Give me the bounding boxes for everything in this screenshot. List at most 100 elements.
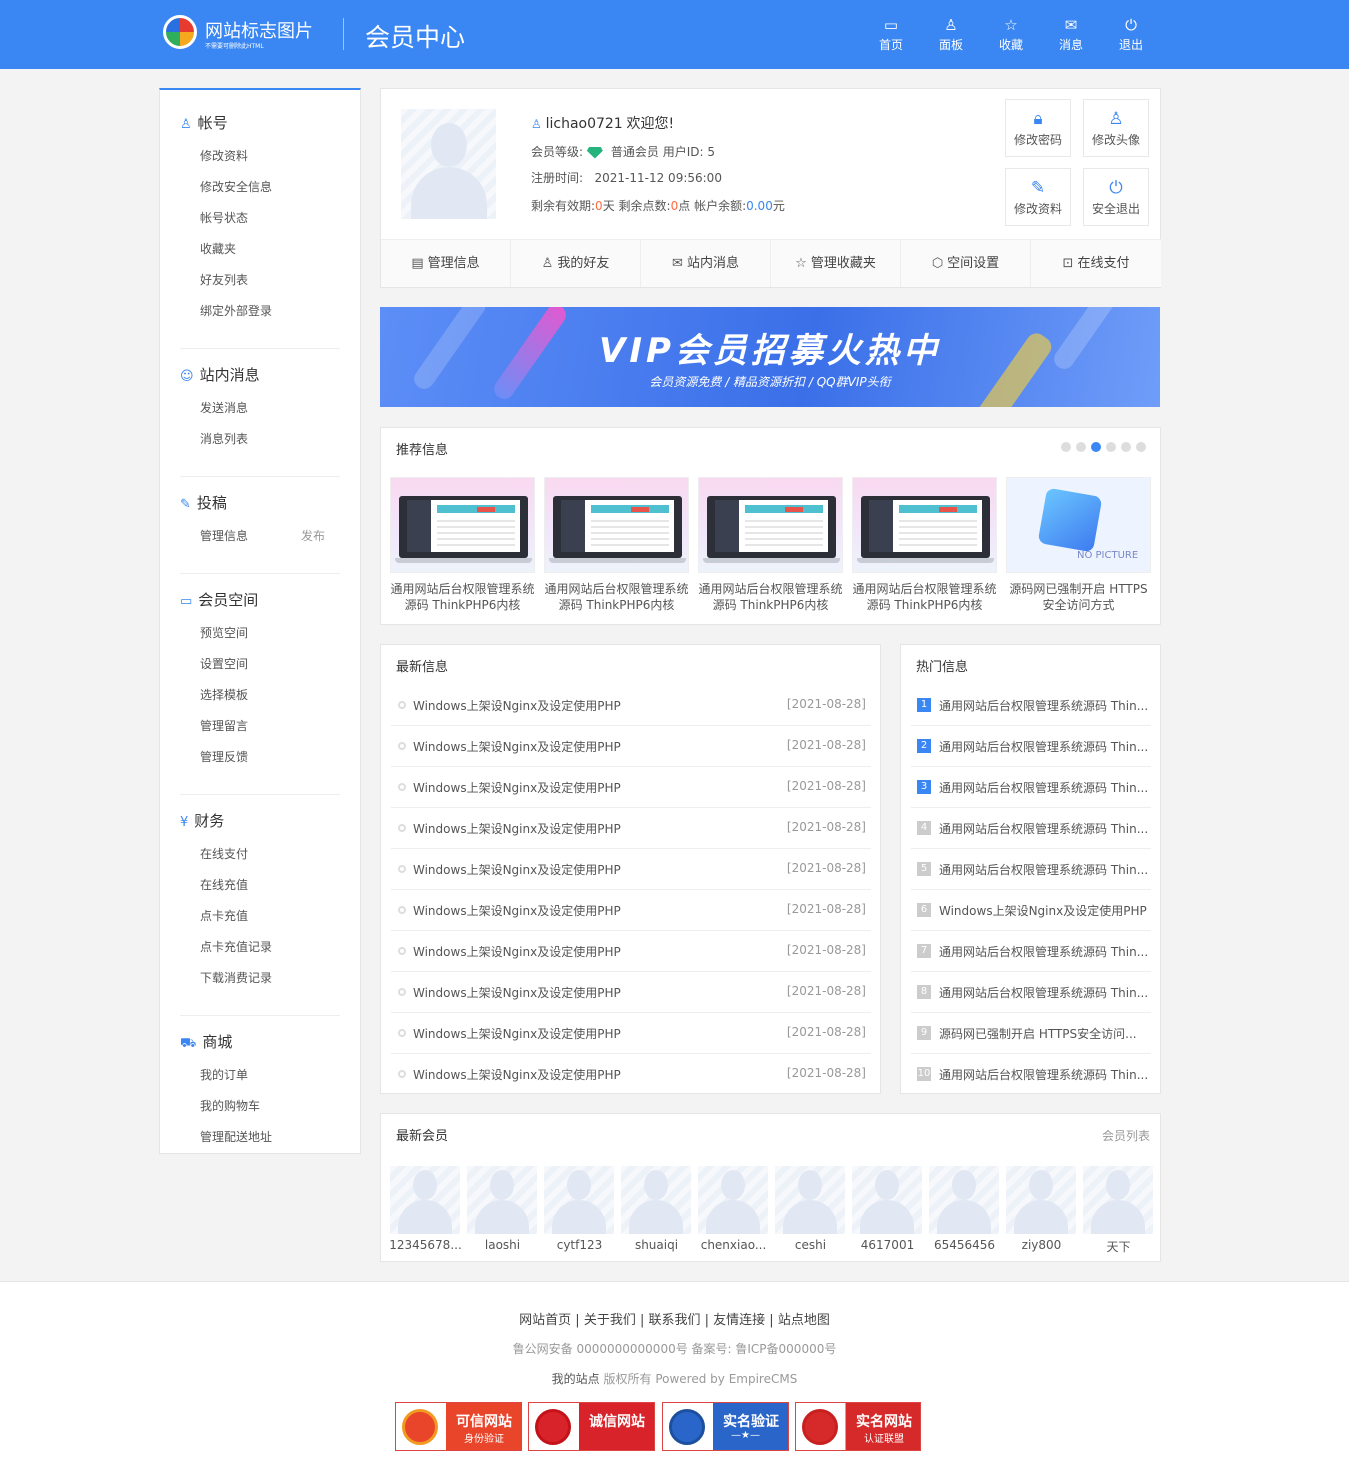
list-item[interactable]: Windows上架设Nginx及设定使用PHP [2021-08-28] [391,1013,871,1054]
member-list-link[interactable]: 会员列表 [1102,1127,1150,1144]
carousel-dot[interactable] [1061,442,1071,452]
list-item-title[interactable]: Windows上架设Nginx及设定使用PHP [413,779,621,796]
hot-item-title[interactable]: 通用网站后台权限管理系统源码 Thin... [939,943,1149,960]
nav-monitor[interactable]: ▭ 首页 [871,16,911,56]
nav-mail[interactable]: ✉ 消息 [1051,16,1091,56]
recommend-item[interactable]: 通用网站后台权限管理系统 源码 ThinkPHP6内核 [390,477,535,617]
hot-item[interactable]: 2 通用网站后台权限管理系统源码 Thin... [911,726,1151,767]
member-item[interactable]: 65456456 [926,1154,1003,1262]
footer-link[interactable]: 联系我们 [648,1313,700,1328]
sidebar-item[interactable]: 管理信息 [200,527,248,544]
list-item[interactable]: Windows上架设Nginx及设定使用PHP [2021-08-28] [391,1054,871,1095]
tab-mail[interactable]: ✉ 站内消息 [641,240,771,287]
hot-item[interactable]: 3 通用网站后台权限管理系统源码 Thin... [911,767,1151,808]
list-item-title[interactable]: Windows上架设Nginx及设定使用PHP [413,943,621,960]
sidebar-item[interactable]: 在线充值 [200,876,248,893]
tab-user[interactable]: ♙ 我的好友 [511,240,641,287]
list-item-title[interactable]: Windows上架设Nginx及设定使用PHP [413,1066,621,1083]
quick-button-edit[interactable]: ✎ 修改资料 [1005,168,1071,226]
footer-link[interactable]: 友情连接 [713,1313,765,1328]
list-item-title[interactable]: Windows上架设Nginx及设定使用PHP [413,738,621,755]
list-item-title[interactable]: Windows上架设Nginx及设定使用PHP [413,1025,621,1042]
tab-cube[interactable]: ⬡ 空间设置 [901,240,1031,287]
member-item[interactable]: laoshi [464,1154,541,1262]
quick-button-user-edit[interactable]: ♙ 修改头像 [1083,99,1149,157]
footer-link[interactable]: 网站首页 [519,1313,571,1328]
sidebar-item[interactable]: 选择模板 [200,686,248,703]
sidebar-item[interactable]: 绑定外部登录 [200,302,272,319]
hot-item-title[interactable]: 通用网站后台权限管理系统源码 Thin... [939,1066,1149,1083]
nav-user[interactable]: ♙ 面板 [931,16,971,56]
sidebar-item-publish[interactable]: 发布 [301,527,325,544]
member-item[interactable]: chenxiao... [695,1154,772,1262]
sidebar-item[interactable]: 收藏夹 [200,240,236,257]
recommend-item[interactable]: NO PICTURE 源码网已强制开启 HTTPS 安全访问方式 [1006,477,1151,617]
list-item[interactable]: Windows上架设Nginx及设定使用PHP [2021-08-28] [391,890,871,931]
hot-item[interactable]: 4 通用网站后台权限管理系统源码 Thin... [911,808,1151,849]
member-item[interactable]: 天下 [1080,1154,1157,1262]
sidebar-item[interactable]: 管理留言 [200,717,248,734]
tab-star[interactable]: ☆ 管理收藏夹 [771,240,901,287]
hot-item-title[interactable]: 通用网站后台权限管理系统源码 Thin... [939,861,1149,878]
list-item[interactable]: Windows上架设Nginx及设定使用PHP [2021-08-28] [391,767,871,808]
sidebar-item[interactable]: 修改安全信息 [200,178,272,195]
hot-item-title[interactable]: 通用网站后台权限管理系统源码 Thin... [939,697,1149,714]
hot-item[interactable]: 5 通用网站后台权限管理系统源码 Thin... [911,849,1151,890]
hot-item[interactable]: 8 通用网站后台权限管理系统源码 Thin... [911,972,1151,1013]
hot-item-title[interactable]: 源码网已强制开启 HTTPS安全访问... [939,1025,1149,1042]
tab-doc[interactable]: ▤ 管理信息 [381,240,511,287]
trust-badge[interactable]: 可信网站 身份验证 [395,1402,522,1451]
carousel-dot[interactable] [1136,442,1146,452]
recommend-item[interactable]: 通用网站后台权限管理系统 源码 ThinkPHP6内核 [852,477,997,617]
list-item[interactable]: Windows上架设Nginx及设定使用PHP [2021-08-28] [391,849,871,890]
member-item[interactable]: shuaiqi [618,1154,695,1262]
hot-item[interactable]: 10 通用网站后台权限管理系统源码 Thin... [911,1054,1151,1095]
list-item-title[interactable]: Windows上架设Nginx及设定使用PHP [413,861,621,878]
carousel-dot[interactable] [1121,442,1131,452]
nav-power[interactable]: ⏻ 退出 [1111,16,1151,56]
sidebar-item[interactable]: 管理配送地址 [200,1128,272,1145]
quick-button-lock[interactable]: 🔒︎ 修改密码 [1005,99,1071,157]
hot-item[interactable]: 1 通用网站后台权限管理系统源码 Thin... [911,685,1151,726]
sidebar-item[interactable]: 修改资料 [200,147,248,164]
trust-badge[interactable]: 实名网站 认证联盟 [795,1402,921,1451]
list-item-title[interactable]: Windows上架设Nginx及设定使用PHP [413,820,621,837]
user-avatar[interactable] [401,109,496,219]
tab-bag[interactable]: ⊡ 在线支付 [1031,240,1161,287]
sidebar-item[interactable]: 点卡充值 [200,907,248,924]
hot-item[interactable]: 9 源码网已强制开启 HTTPS安全访问... [911,1013,1151,1054]
member-item[interactable]: 12345678... [387,1154,464,1262]
hot-item-title[interactable]: 通用网站后台权限管理系统源码 Thin... [939,984,1149,1001]
vip-banner[interactable]: VIP会员招募火热中 会员资源免费 / 精品资源折扣 / QQ群VIP头衔 [380,307,1160,407]
sidebar-item[interactable]: 下载消费记录 [200,969,272,986]
list-item-title[interactable]: Windows上架设Nginx及设定使用PHP [413,697,621,714]
sidebar-item[interactable]: 在线支付 [200,845,248,862]
hot-item[interactable]: 7 通用网站后台权限管理系统源码 Thin... [911,931,1151,972]
sidebar-item[interactable]: 管理反馈 [200,748,248,765]
sidebar-item[interactable]: 点卡充值记录 [200,938,272,955]
sidebar-item[interactable]: 我的订单 [200,1066,248,1083]
list-item[interactable]: Windows上架设Nginx及设定使用PHP [2021-08-28] [391,685,871,726]
list-item[interactable]: Windows上架设Nginx及设定使用PHP [2021-08-28] [391,931,871,972]
sidebar-item[interactable]: 消息列表 [200,430,248,447]
carousel-dot[interactable] [1076,442,1086,452]
footer-link[interactable]: 站点地图 [778,1313,830,1328]
list-item-title[interactable]: Windows上架设Nginx及设定使用PHP [413,984,621,1001]
trust-badge[interactable]: 实名验证 —★— [662,1402,789,1451]
trust-badge[interactable]: 诚信网站 [528,1402,655,1451]
carousel-dot[interactable] [1091,442,1101,452]
sidebar-item[interactable]: 我的购物车 [200,1097,260,1114]
hot-item-title[interactable]: 通用网站后台权限管理系统源码 Thin... [939,779,1149,796]
hot-item-title[interactable]: 通用网站后台权限管理系统源码 Thin... [939,738,1149,755]
member-item[interactable]: ziy800 [1003,1154,1080,1262]
site-logo[interactable]: 网站标志图片 不需要可删除此HTML [163,15,343,55]
member-item[interactable]: ceshi [772,1154,849,1262]
hot-item[interactable]: 6 Windows上架设Nginx及设定使用PHP [911,890,1151,931]
list-item[interactable]: Windows上架设Nginx及设定使用PHP [2021-08-28] [391,808,871,849]
sidebar-item[interactable]: 设置空间 [200,655,248,672]
member-item[interactable]: cytf123 [541,1154,618,1262]
sidebar-item[interactable]: 好友列表 [200,271,248,288]
footer-link[interactable]: 关于我们 [584,1313,636,1328]
sidebar-item[interactable]: 发送消息 [200,399,248,416]
recommend-item[interactable]: 通用网站后台权限管理系统 源码 ThinkPHP6内核 [698,477,843,617]
